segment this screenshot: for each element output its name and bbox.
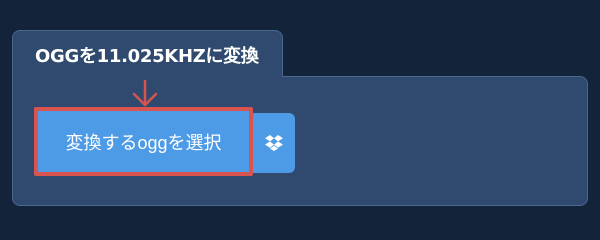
dropbox-button[interactable] <box>253 113 295 173</box>
panel-tab-join <box>13 70 282 80</box>
select-ogg-button[interactable]: 変換するoggを選択 <box>34 107 253 176</box>
down-arrow-icon <box>132 80 158 107</box>
panel-title: OGGを11.025KHZに変換 <box>35 46 259 67</box>
dropbox-icon <box>265 135 283 151</box>
